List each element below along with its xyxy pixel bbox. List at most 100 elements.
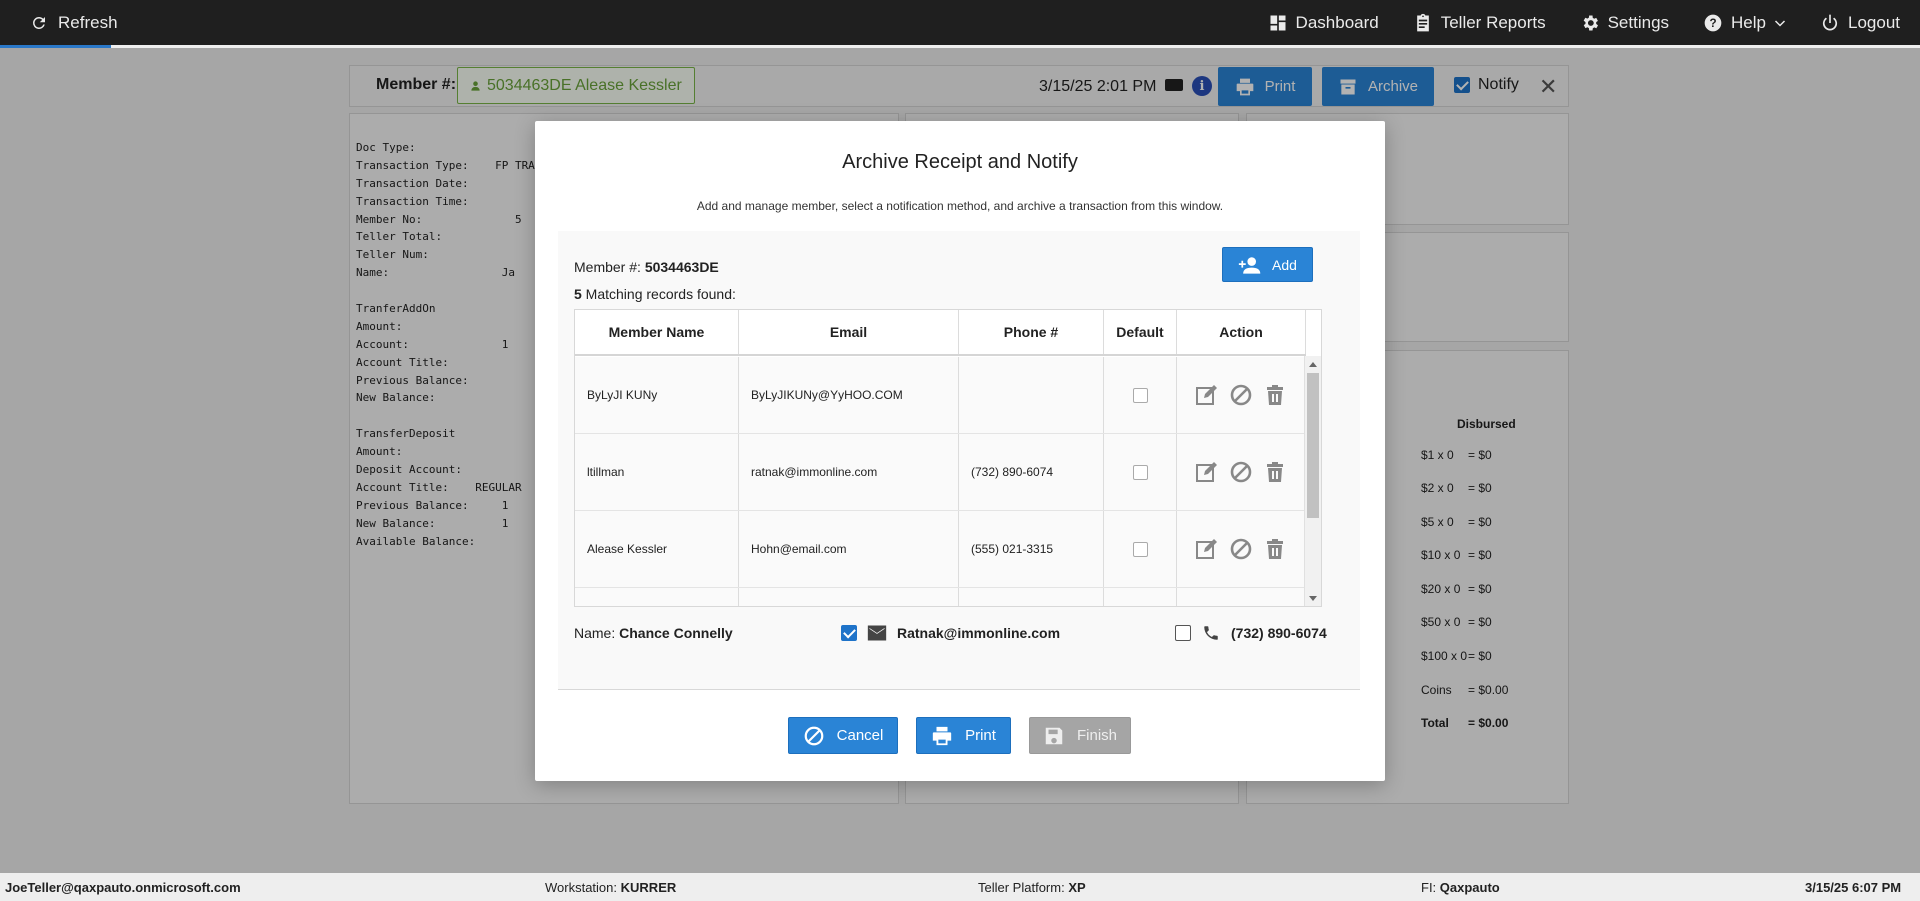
cell-actions: [1177, 434, 1306, 510]
scroll-down-arrow[interactable]: [1309, 596, 1317, 601]
footer-datetime: 3/15/25 6:07 PM: [1805, 880, 1902, 895]
cell-phone: [959, 357, 1104, 433]
archive-notify-modal: Archive Receipt and Notify Add and manag…: [535, 121, 1385, 781]
cell-member-name: Alease Kessler: [575, 511, 739, 587]
cancel-label: Cancel: [836, 727, 884, 744]
scroll-thumb[interactable]: [1307, 373, 1319, 518]
row-actions: [1195, 537, 1287, 561]
nav-dashboard[interactable]: Dashboard: [1268, 13, 1379, 33]
nav-dashboard-label: Dashboard: [1295, 12, 1379, 32]
trash-icon[interactable]: [1263, 460, 1287, 484]
modal-print-button[interactable]: Print: [916, 717, 1011, 754]
email-notification-option: Ratnak@immonline.com: [841, 624, 1060, 642]
table-cell: [575, 588, 739, 606]
default-checkbox[interactable]: [1132, 464, 1148, 480]
nav-teller-reports[interactable]: Teller Reports: [1413, 13, 1546, 33]
nav-logout[interactable]: Logout: [1820, 13, 1900, 33]
power-icon: [1822, 14, 1838, 30]
trash-icon[interactable]: [1263, 383, 1287, 407]
clipboard-icon: [1416, 13, 1429, 31]
matching-records-count: 5 Matching records found:: [574, 286, 736, 302]
member-table: Member Name Email Phone # Default Action…: [574, 309, 1322, 607]
save-icon: [1045, 727, 1063, 744]
edit-icon[interactable]: [1195, 537, 1219, 561]
table-scrollbar[interactable]: [1304, 356, 1321, 606]
modal-title: Archive Receipt and Notify: [842, 151, 1078, 173]
nav-settings-label: Settings: [1607, 12, 1670, 32]
finish-label: Finish: [1076, 727, 1117, 744]
edit-icon[interactable]: [1195, 383, 1219, 407]
footer-fi-value: Qaxpauto: [1439, 880, 1500, 895]
footer-workstation-label: Workstation:: [545, 880, 618, 895]
cell-default: [1104, 357, 1177, 433]
nav-settings[interactable]: Settings: [1580, 13, 1669, 33]
default-checkbox[interactable]: [1132, 387, 1148, 403]
email-notify-checkbox[interactable]: [841, 625, 857, 641]
nav-help[interactable]: ? Help: [1703, 13, 1786, 33]
modal-member-label: Member #:: [574, 259, 641, 275]
member-management-section: Member #: 5034463DE 5 Matching records f…: [558, 231, 1360, 690]
printer-icon: [932, 726, 952, 745]
edit-icon[interactable]: [1195, 460, 1219, 484]
envelope-icon: [867, 625, 887, 641]
table-cell: [739, 588, 959, 606]
phone-icon: [1204, 626, 1218, 640]
scroll-up-arrow[interactable]: [1309, 362, 1317, 367]
selected-member-name: Name: Chance Connelly: [574, 625, 733, 641]
disable-icon[interactable]: [1229, 460, 1253, 484]
add-user-icon: [1238, 256, 1261, 274]
footer-platform: Teller Platform: XP: [978, 880, 1086, 895]
add-member-button[interactable]: Add: [1222, 247, 1313, 282]
footer-platform-label: Teller Platform:: [978, 880, 1065, 895]
table-row[interactable]: ltillman ratnak@immonline.com (732) 890-60…: [575, 434, 1306, 511]
cell-email: ratnak@immonline.com: [739, 434, 959, 510]
column-default[interactable]: Default: [1104, 310, 1177, 354]
column-email[interactable]: Email: [739, 310, 959, 354]
svg-text:?: ?: [1709, 17, 1716, 30]
cell-default: [1104, 511, 1177, 587]
table-header: Member Name Email Phone # Default Action: [575, 310, 1306, 356]
gear-icon: [1583, 15, 1598, 30]
row-actions: [1195, 460, 1287, 484]
disable-icon[interactable]: [1229, 537, 1253, 561]
top-nav-menu: Dashboard Teller Reports Settings ? Help…: [1268, 0, 1900, 45]
cell-member-name: ByLyJI KUNy: [575, 357, 739, 433]
default-checkbox[interactable]: [1132, 541, 1148, 557]
selected-name-value: Chance Connelly: [619, 625, 733, 641]
trash-icon[interactable]: [1263, 537, 1287, 561]
refresh-label: Refresh: [58, 12, 118, 32]
selected-name-label: Name:: [574, 625, 616, 641]
selected-phone: (732) 890-6074: [1231, 625, 1327, 641]
footer-fi-label: FI:: [1421, 880, 1437, 895]
cell-email: Hohn@email.com: [739, 511, 959, 587]
top-nav-bar: Refresh Dashboard Teller Reports Setting…: [0, 0, 1920, 48]
footer-fi: FI: Qaxpauto: [1421, 880, 1500, 895]
refresh-icon: [32, 16, 45, 29]
disable-icon[interactable]: [1229, 383, 1253, 407]
table-row[interactable]: ByLyJI KUNy ByLyJIKUNy@YyHOO.COM: [575, 357, 1306, 434]
cell-default: [1104, 434, 1177, 510]
column-phone[interactable]: Phone #: [959, 310, 1104, 354]
row-actions: [1195, 383, 1287, 407]
nav-help-label: Help: [1731, 12, 1766, 32]
footer-user: JoeTeller@qaxpauto.onmicrosoft.com: [5, 880, 241, 895]
footer-workstation-value: KURRER: [620, 880, 677, 895]
records-count-suffix: Matching records found:: [581, 286, 736, 302]
table-row[interactable]: Alease Kessler Hohn@email.com (555) 021-33…: [575, 511, 1306, 588]
modal-member-number: Member #: 5034463DE: [574, 259, 719, 275]
phone-notify-checkbox[interactable]: [1175, 625, 1191, 641]
refresh-button[interactable]: Refresh: [30, 0, 118, 45]
cell-phone: (555) 021-3315: [959, 511, 1104, 587]
table-row[interactable]: [575, 588, 1306, 606]
chevron-down-icon: [1774, 19, 1786, 27]
footer-platform-value: XP: [1068, 880, 1086, 895]
cell-email: ByLyJIKUNy@YyHOO.COM: [739, 357, 959, 433]
column-member-name[interactable]: Member Name: [575, 310, 739, 354]
modal-subtitle: Add and manage member, select a notifica…: [696, 199, 1224, 213]
finish-button[interactable]: Finish: [1029, 717, 1131, 754]
cancel-icon: [804, 726, 823, 745]
table-cell: [1177, 588, 1306, 606]
cancel-button[interactable]: Cancel: [788, 717, 898, 754]
add-member-label: Add: [1272, 256, 1297, 273]
nav-teller-reports-label: Teller Reports: [1440, 12, 1546, 32]
